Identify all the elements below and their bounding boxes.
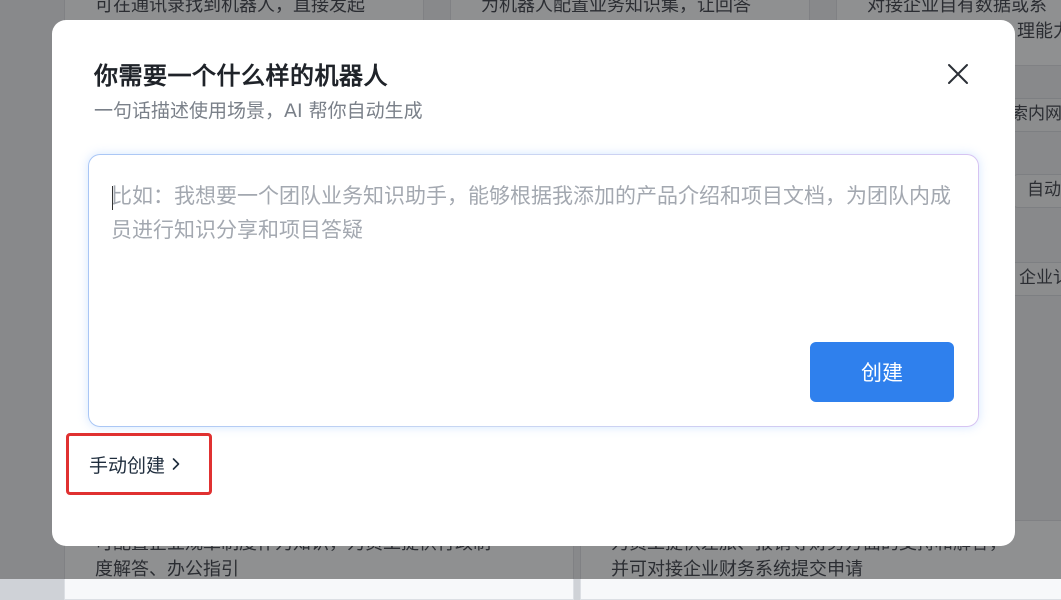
prompt-box-inner: 创建 [89,155,978,426]
manual-create-label: 手动创建 [89,454,166,477]
create-bot-dialog: 你需要一个什么样的机器人 一句话描述使用场景，AI 帮你自动生成 创建 手动创建 [52,20,1015,546]
manual-create-link[interactable]: 手动创建 [66,433,212,495]
close-button[interactable] [940,56,976,92]
chevron-right-icon [171,457,181,471]
create-button[interactable]: 创建 [810,342,954,402]
scenario-description-input[interactable] [111,179,961,359]
dialog-title: 你需要一个什么样的机器人 [94,62,388,90]
close-icon [948,64,968,84]
text-caret [112,186,113,210]
dialog-subtitle: 一句话描述使用场景，AI 帮你自动生成 [94,100,423,122]
prompt-box: 创建 [88,154,979,427]
